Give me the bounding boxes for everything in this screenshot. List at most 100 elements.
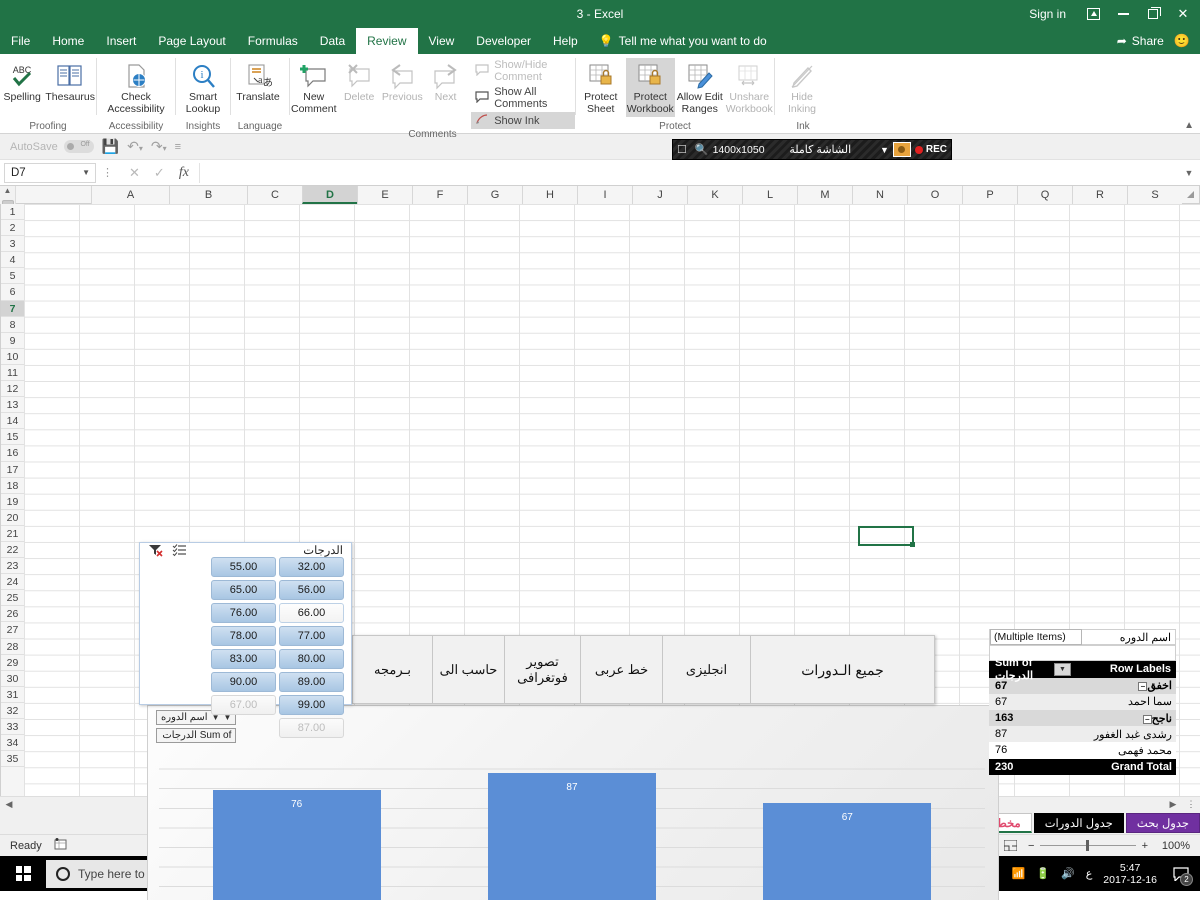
windows-start-icon[interactable]	[0, 856, 46, 891]
redo-icon[interactable]: ↷▾	[151, 138, 167, 155]
row-header-17[interactable]: 17	[1, 462, 24, 478]
column-header-m[interactable]: M	[797, 186, 852, 204]
feedback-smiley-icon[interactable]: 🙂	[1174, 33, 1190, 49]
chart-bar-2[interactable]: 67	[763, 802, 932, 900]
row-header-11[interactable]: 11	[1, 365, 24, 382]
slicer-item-78-00[interactable]: 78.00	[211, 626, 276, 646]
row-header-3[interactable]: 3	[1, 236, 24, 253]
chart-bar-1[interactable]: 87	[487, 773, 656, 900]
tab-home[interactable]: Home	[41, 28, 95, 54]
pivot-filter-value[interactable]: (Multiple Items)	[990, 629, 1082, 646]
zoom-slider[interactable]: − +	[1028, 840, 1148, 852]
save-icon[interactable]: 💾	[102, 138, 119, 155]
network-icon[interactable]: 📶	[1012, 867, 1026, 880]
column-header-s[interactable]: S	[1127, 186, 1182, 204]
record-button[interactable]: REC	[911, 144, 951, 155]
collapse-ribbon-icon[interactable]: ▲	[1184, 120, 1194, 131]
row-header-25[interactable]: 25	[1, 590, 24, 607]
course-button-arabic-calligraphy[interactable]: خط عربى	[581, 635, 663, 704]
slicer-item-66-00[interactable]: 66.00	[279, 603, 344, 623]
maximize-icon[interactable]	[1138, 0, 1168, 28]
name-box[interactable]: D7 ▼	[4, 162, 96, 183]
chart-bar-0[interactable]: 76	[212, 789, 381, 900]
tab-view[interactable]: View	[418, 28, 466, 54]
formula-bar-handle[interactable]: ⋮	[96, 166, 119, 179]
column-header-g[interactable]: G	[467, 186, 522, 204]
pivot-row-0[interactable]: اخفق− 67	[989, 677, 1176, 694]
row-header-20[interactable]: 20	[1, 510, 24, 526]
undo-icon[interactable]: ↶▾	[127, 138, 143, 155]
show-all-comments-button[interactable]: Show All Comments	[471, 85, 575, 111]
pivot-row-2[interactable]: ناجح− 163	[989, 709, 1176, 727]
close-icon[interactable]: ✕	[1168, 0, 1198, 28]
sheet-tab-courses-table[interactable]: جدول الدورات	[1033, 813, 1124, 833]
tell-me-box[interactable]: 💡 Tell me what you want to do	[589, 28, 767, 54]
row-header-2[interactable]: 2	[1, 220, 24, 237]
slicer-item-80-00[interactable]: 80.00	[279, 649, 344, 669]
slicer-item-55-00[interactable]: 55.00	[211, 557, 276, 577]
slicer-item-67-00[interactable]: 67.00	[211, 695, 276, 715]
course-button-all[interactable]: جميع الـدورات	[751, 635, 935, 704]
pivot-row-3[interactable]: رشدى غبد الغفور 87	[989, 726, 1176, 743]
row-header-27[interactable]: 27	[1, 622, 24, 639]
clear-filter-icon[interactable]	[148, 543, 164, 557]
column-header-j[interactable]: J	[632, 186, 687, 204]
tab-review[interactable]: Review	[356, 28, 418, 54]
course-button-computer[interactable]: حاسب الى	[433, 635, 505, 704]
pivot-sort-filter-icon[interactable]: ▼	[1054, 662, 1071, 676]
insert-function-icon[interactable]: fx	[179, 165, 189, 181]
pivot-header-row[interactable]: Row Labels ▼ Sum of الدرجات	[989, 657, 1176, 682]
select-all-button[interactable]	[1182, 186, 1200, 203]
row-header-13[interactable]: 13	[1, 397, 24, 414]
slicer-item-32-00[interactable]: 32.00	[279, 557, 344, 577]
protect-workbook-button[interactable]: Protect Workbook	[625, 58, 675, 117]
battery-icon[interactable]: 🔋	[1036, 867, 1050, 880]
screen-recorder-toolbar[interactable]: ☐ 🔍 1400x1050 الشاشة كاملة ▼ REC	[672, 139, 952, 160]
scroll-left-icon[interactable]: ◀	[0, 799, 18, 810]
row-header-5[interactable]: 5	[1, 268, 24, 285]
slicer-item-99-00[interactable]: 99.00	[279, 695, 344, 715]
tab-data[interactable]: Data	[309, 28, 356, 54]
row-header-34[interactable]: 34	[1, 735, 24, 752]
column-header-o[interactable]: O	[907, 186, 962, 204]
multi-select-icon[interactable]	[172, 543, 188, 557]
minimize-icon[interactable]	[1108, 0, 1138, 28]
spelling-button[interactable]: ABC Spelling	[0, 58, 44, 106]
scroll-right-icon[interactable]: ▶	[1164, 799, 1182, 810]
zoom-out-button[interactable]: −	[1028, 840, 1034, 852]
row-header-24[interactable]: 24	[1, 574, 24, 591]
column-header-l[interactable]: L	[742, 186, 797, 204]
pivot-row-4[interactable]: محمد فهمى 76	[989, 742, 1176, 759]
clock[interactable]: 5:47 2017-12-16	[1103, 862, 1157, 886]
slicer-item-77-00[interactable]: 77.00	[279, 626, 344, 646]
zoom-slider-knob[interactable]	[1086, 840, 1090, 851]
tab-file[interactable]: File	[0, 28, 41, 54]
record-macro-icon[interactable]	[42, 838, 67, 853]
slicer-item-83-00[interactable]: 83.00	[211, 649, 276, 669]
cancel-icon[interactable]: ✕	[129, 165, 140, 181]
pivot-collapse-icon-0[interactable]: −	[1138, 682, 1148, 692]
row-header-32[interactable]: 32	[1, 703, 24, 719]
column-header-p[interactable]: P	[962, 186, 1017, 204]
column-header-k[interactable]: K	[687, 186, 742, 204]
protect-sheet-button[interactable]: Protect Sheet	[576, 58, 626, 117]
row-header-31[interactable]: 31	[1, 687, 24, 703]
column-header-b[interactable]: B	[169, 186, 247, 204]
column-header-e[interactable]: E	[357, 186, 412, 204]
sign-in-button[interactable]: Sign in	[1017, 7, 1078, 21]
allow-edit-ranges-button[interactable]: Allow Edit Ranges	[675, 58, 725, 117]
column-header-h[interactable]: H	[522, 186, 577, 204]
row-header-12[interactable]: 12	[1, 381, 24, 398]
check-accessibility-button[interactable]: Check Accessibility	[104, 58, 168, 117]
row-header-4[interactable]: 4	[1, 252, 24, 269]
page-break-view-icon[interactable]	[1000, 838, 1020, 854]
expand-formula-bar-icon[interactable]: ▼	[1178, 168, 1200, 178]
slicer-item-76-00[interactable]: 76.00	[211, 603, 276, 623]
row-header-28[interactable]: 28	[1, 639, 24, 655]
tab-developer[interactable]: Developer	[465, 28, 542, 54]
thesaurus-button[interactable]: Thesaurus	[44, 58, 96, 106]
row-header-26[interactable]: 26	[1, 606, 24, 623]
row-header-30[interactable]: 30	[1, 671, 24, 687]
language-icon[interactable]: ع	[1086, 867, 1093, 880]
row-header-7[interactable]: 7	[1, 300, 24, 317]
